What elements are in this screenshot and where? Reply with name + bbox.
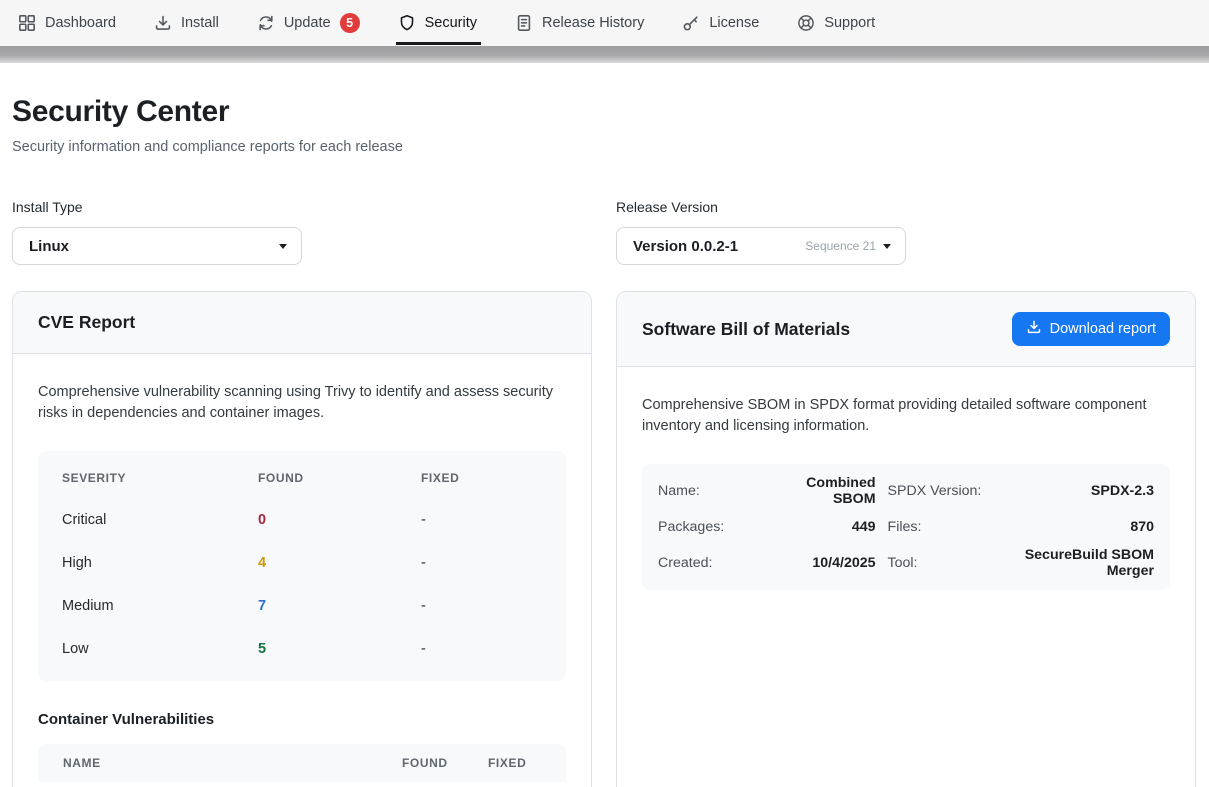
report-cards: CVE Report Comprehensive vulnerability s… [12, 291, 1196, 787]
severity-column-header: SEVERITY [62, 471, 258, 485]
table-row: Critical 0 - [62, 512, 542, 528]
nav-item-release-history[interactable]: Release History [515, 0, 644, 46]
page-subtitle: Security information and compliance repo… [12, 139, 1196, 155]
fixed-column-header: FIXED [421, 471, 542, 485]
download-report-label: Download report [1050, 321, 1156, 337]
install-type-value: Linux [29, 238, 279, 255]
download-report-button[interactable]: Download report [1012, 312, 1170, 346]
nav-item-label: Security [425, 15, 477, 31]
severity-table-header: SEVERITY FOUND FIXED [62, 471, 542, 485]
sbom-card-header: Software Bill of Materials Download repo… [617, 292, 1195, 367]
cve-card-body: Comprehensive vulnerability scanning usi… [13, 354, 591, 787]
fixed-count: - [421, 641, 542, 657]
nav-item-label: Release History [542, 15, 644, 31]
install-type-field: Install Type Linux [12, 199, 592, 265]
info-value: 449 [770, 519, 876, 535]
nav-item-label: Update [284, 15, 331, 31]
container-vulnerabilities-table: NAME FOUND FIXED [38, 744, 566, 782]
release-version-value: Version 0.0.2-1 [633, 238, 805, 255]
nav-item-label: Install [181, 15, 219, 31]
info-label: Files: [888, 519, 1000, 535]
release-sequence-label: Sequence 21 [805, 239, 876, 253]
fixed-column-header: FIXED [488, 756, 550, 770]
top-navigation: Dashboard Install Update 5 Security Rele… [0, 0, 1209, 46]
nav-item-dashboard[interactable]: Dashboard [18, 0, 116, 46]
severity-label: Low [62, 641, 258, 657]
name-column-header: NAME [63, 756, 402, 770]
container-table-header: NAME FOUND FIXED [38, 744, 566, 782]
cve-description: Comprehensive vulnerability scanning usi… [38, 382, 566, 425]
found-column-header: FOUND [402, 756, 488, 770]
dashboard-grid-icon [18, 14, 36, 32]
info-label: Created: [658, 555, 758, 571]
found-count: 7 [258, 598, 421, 614]
sbom-card-title: Software Bill of Materials [642, 319, 850, 340]
info-label: SPDX Version: [888, 483, 1000, 499]
download-icon [1026, 319, 1042, 339]
chevron-down-icon [883, 244, 891, 249]
info-label: Name: [658, 483, 758, 499]
table-row: Name: Combined SBOM SPDX Version: SPDX-2… [658, 473, 1154, 509]
info-label: Tool: [888, 555, 1000, 571]
found-count: 4 [258, 555, 421, 571]
info-label: Packages: [658, 519, 758, 535]
table-row: High 4 - [62, 555, 542, 571]
fixed-count: - [421, 598, 542, 614]
severity-label: Medium [62, 598, 258, 614]
nav-item-license[interactable]: License [682, 0, 759, 46]
main-content: Security Center Security information and… [0, 95, 1209, 787]
update-count-badge: 5 [340, 13, 360, 33]
severity-label: High [62, 555, 258, 571]
nav-item-label: Dashboard [45, 15, 116, 31]
sbom-card: Software Bill of Materials Download repo… [616, 291, 1196, 787]
cve-card-title: CVE Report [38, 312, 135, 333]
install-type-label: Install Type [12, 199, 592, 215]
header-shadow-strip [0, 46, 1209, 63]
shield-icon [398, 14, 416, 32]
sbom-card-body: Comprehensive SBOM in SPDX format provid… [617, 367, 1195, 615]
fixed-count: - [421, 555, 542, 571]
info-value: SPDX-2.3 [1012, 483, 1154, 499]
container-vulnerabilities-title: Container Vulnerabilities [38, 711, 566, 728]
install-type-select[interactable]: Linux [12, 227, 302, 265]
fixed-count: - [421, 512, 542, 528]
table-row: Packages: 449 Files: 870 [658, 509, 1154, 545]
found-column-header: FOUND [258, 471, 421, 485]
sbom-description: Comprehensive SBOM in SPDX format provid… [642, 395, 1170, 438]
release-version-field: Release Version Version 0.0.2-1 Sequence… [616, 199, 1196, 265]
table-row: Created: 10/4/2025 Tool: SecureBuild SBO… [658, 545, 1154, 581]
nav-item-label: Support [824, 15, 875, 31]
found-count: 5 [258, 641, 421, 657]
info-value: Combined SBOM [770, 475, 876, 507]
found-count: 0 [258, 512, 421, 528]
document-icon [515, 14, 533, 32]
table-row: Medium 7 - [62, 598, 542, 614]
download-icon [154, 14, 172, 32]
nav-item-security[interactable]: Security [398, 0, 477, 46]
cve-card-header: CVE Report [13, 292, 591, 354]
refresh-icon [257, 14, 275, 32]
lifebuoy-icon [797, 14, 815, 32]
severity-table: SEVERITY FOUND FIXED Critical 0 - High 4… [38, 451, 566, 681]
nav-item-label: License [709, 15, 759, 31]
nav-item-update[interactable]: Update 5 [257, 0, 360, 46]
chevron-down-icon [279, 244, 287, 249]
key-icon [682, 14, 700, 32]
nav-item-install[interactable]: Install [154, 0, 219, 46]
cve-report-card: CVE Report Comprehensive vulnerability s… [12, 291, 592, 787]
release-version-label: Release Version [616, 199, 1196, 215]
release-version-select[interactable]: Version 0.0.2-1 Sequence 21 [616, 227, 906, 265]
info-value: 10/4/2025 [770, 555, 876, 571]
filters-row: Install Type Linux Release Version Versi… [12, 199, 1196, 265]
table-row: Low 5 - [62, 641, 542, 657]
severity-label: Critical [62, 512, 258, 528]
info-value: 870 [1012, 519, 1154, 535]
nav-item-support[interactable]: Support [797, 0, 875, 46]
page-title: Security Center [12, 95, 1196, 129]
sbom-info-table: Name: Combined SBOM SPDX Version: SPDX-2… [642, 464, 1170, 590]
info-value: SecureBuild SBOM Merger [1012, 547, 1154, 579]
